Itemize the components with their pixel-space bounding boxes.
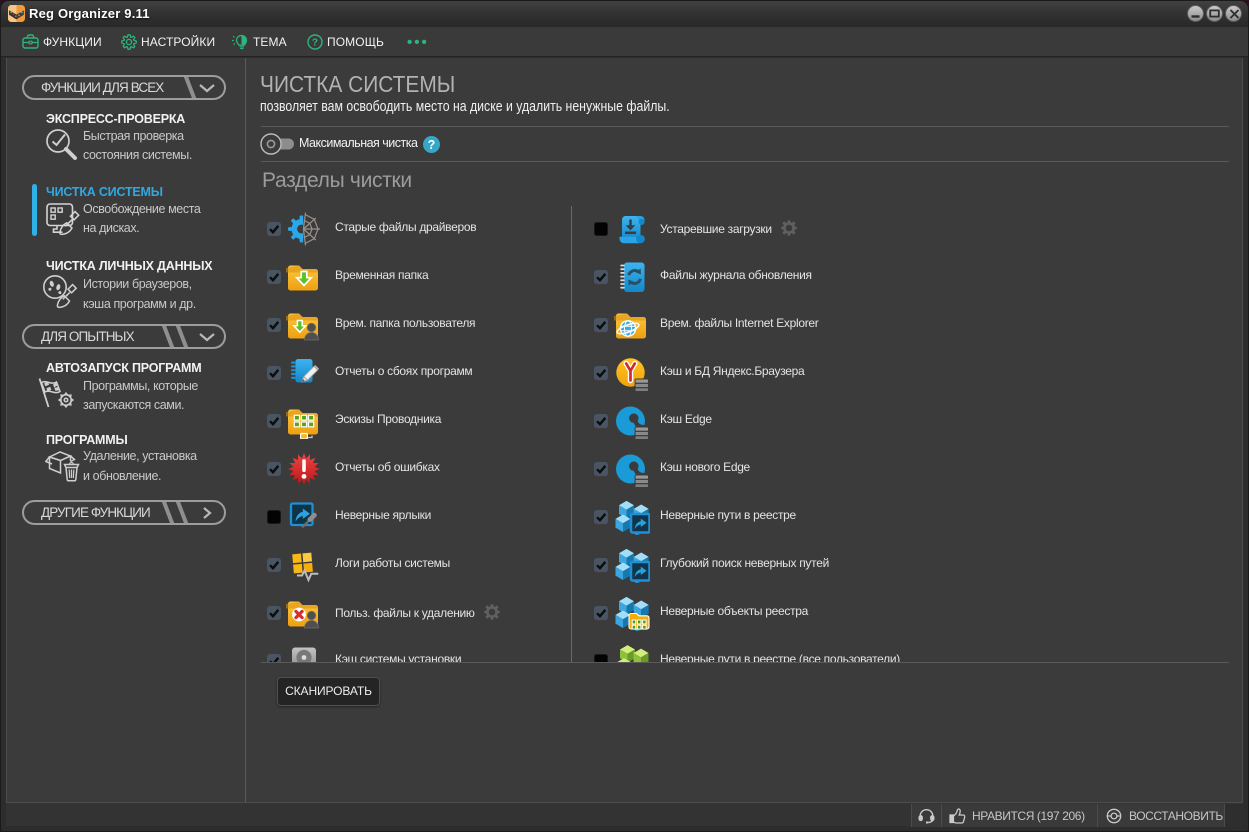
svg-text:?: ? bbox=[428, 138, 436, 152]
svg-text:?: ? bbox=[312, 37, 318, 48]
